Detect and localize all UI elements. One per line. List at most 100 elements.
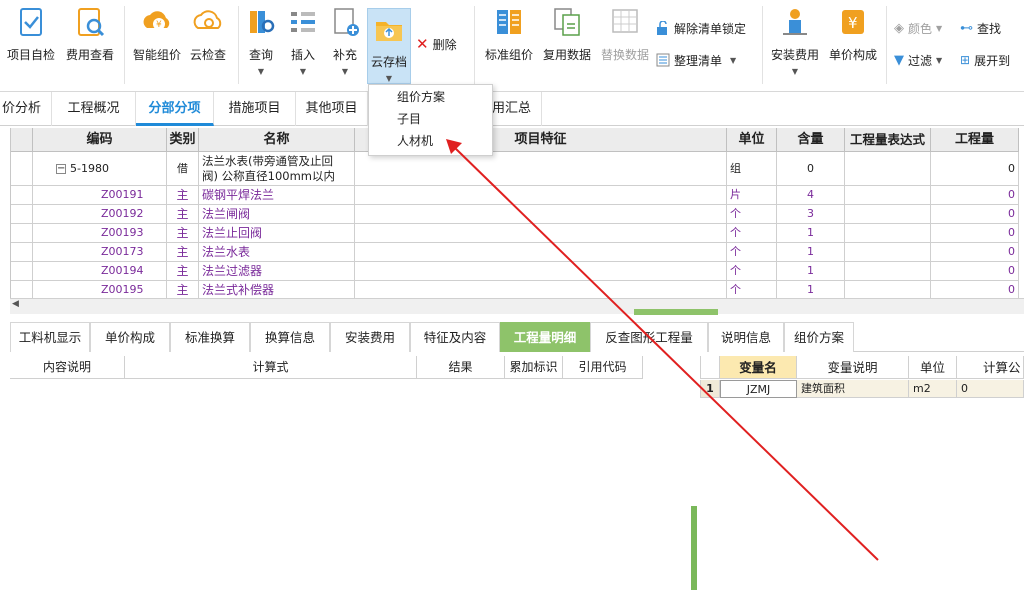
code-cell[interactable]: −5-1980 bbox=[33, 152, 167, 186]
tab-conversion-info[interactable]: 换算信息 bbox=[250, 322, 330, 352]
feature-cell[interactable] bbox=[355, 262, 727, 281]
menu-item-labor-material-machine[interactable]: 人材机 bbox=[397, 131, 433, 151]
content-cell[interactable]: 1 bbox=[777, 224, 845, 243]
detail-header-result: 结果 bbox=[417, 356, 505, 379]
code-cell[interactable]: Z00191 bbox=[33, 186, 167, 205]
code-cell[interactable]: Z00194 bbox=[33, 262, 167, 281]
qty-expr-cell[interactable] bbox=[845, 224, 931, 243]
find-button[interactable]: ⊷ 查找 bbox=[960, 18, 1001, 38]
menu-item-price-scheme[interactable]: 组价方案 bbox=[397, 87, 445, 107]
qty-cell[interactable]: 0 bbox=[931, 224, 1019, 243]
unit-price-comp-button[interactable]: ¥ 单价构成 bbox=[826, 6, 880, 86]
tab-measures[interactable]: 措施项目 bbox=[214, 92, 296, 126]
unit-cell[interactable]: 个 bbox=[727, 243, 777, 262]
smart-price-button[interactable]: ¥ 智能组价 bbox=[130, 6, 184, 86]
replace-data-button[interactable]: 替换数据 bbox=[598, 6, 652, 86]
supplement-button[interactable]: 补充 ▼ bbox=[328, 6, 362, 86]
splitter-handle[interactable] bbox=[634, 309, 718, 315]
code-cell[interactable]: Z00173 bbox=[33, 243, 167, 262]
var-name-cell[interactable]: JZMJ bbox=[720, 380, 797, 398]
tab-other-items[interactable]: 其他项目 bbox=[296, 92, 368, 126]
tab-unit-price[interactable]: 单价构成 bbox=[90, 322, 170, 352]
unit-cell[interactable]: 片 bbox=[727, 186, 777, 205]
name-cell[interactable]: 法兰闸阀 bbox=[199, 205, 355, 224]
content-cell[interactable]: 3 bbox=[777, 205, 845, 224]
var-unit-cell[interactable]: m2 bbox=[909, 380, 957, 398]
tab-install-fee[interactable]: 安装费用 bbox=[330, 322, 410, 352]
feature-cell[interactable] bbox=[355, 224, 727, 243]
content-cell[interactable]: 1 bbox=[777, 262, 845, 281]
scroll-left-icon[interactable]: ◀ bbox=[12, 299, 19, 309]
feature-cell[interactable] bbox=[355, 186, 727, 205]
filter-button[interactable]: ▼ 过滤 ▼ bbox=[894, 50, 942, 70]
tab-description[interactable]: 说明信息 bbox=[708, 322, 784, 352]
insert-button[interactable]: 插入 ▼ bbox=[286, 6, 320, 86]
tab-fee-summary[interactable]: 用汇总 bbox=[492, 92, 542, 126]
qty-cell[interactable]: 0 bbox=[931, 152, 1019, 186]
cloud-check-button[interactable]: 云检查 bbox=[186, 6, 230, 86]
install-fee-button[interactable]: 安装费用 ▼ bbox=[768, 6, 822, 86]
qty-expr-cell[interactable] bbox=[845, 205, 931, 224]
qty-cell[interactable]: 0 bbox=[931, 262, 1019, 281]
collapse-icon[interactable]: − bbox=[56, 164, 66, 174]
feature-cell[interactable] bbox=[355, 205, 727, 224]
reuse-data-button[interactable]: 复用数据 bbox=[540, 6, 594, 86]
name-cell[interactable]: 法兰止回阀 bbox=[199, 224, 355, 243]
unit-cell[interactable]: 个 bbox=[727, 224, 777, 243]
standard-price-button[interactable]: 标准组价 bbox=[482, 6, 536, 86]
organize-list-button[interactable]: 整理清单 ▼ bbox=[656, 50, 736, 70]
var-header-name: 变量名 bbox=[720, 356, 797, 379]
type-cell[interactable]: 主 bbox=[167, 262, 199, 281]
content-cell[interactable]: 0 bbox=[777, 152, 845, 186]
qty-expr-cell[interactable] bbox=[845, 262, 931, 281]
tab-features[interactable]: 特征及内容 bbox=[410, 322, 500, 352]
expand-to-button[interactable]: ⊞ 展开到 bbox=[960, 50, 1010, 70]
type-cell[interactable]: 借 bbox=[167, 152, 199, 186]
tab-qty-detail[interactable]: 工程量明细 bbox=[500, 322, 590, 352]
tab-cost-analysis[interactable]: 价分析 bbox=[0, 92, 52, 126]
name-cell[interactable]: 法兰水表(带旁通管及止回 阀) 公称直径100mm以内 bbox=[199, 152, 355, 186]
project-check-button[interactable]: 项目自检 bbox=[4, 6, 58, 86]
qty-cell[interactable]: 0 bbox=[931, 243, 1019, 262]
menu-item-subitem[interactable]: 子目 bbox=[397, 109, 421, 129]
name-cell[interactable]: 法兰水表 bbox=[199, 243, 355, 262]
var-formula-cell[interactable]: 0 bbox=[957, 380, 1024, 398]
type-cell[interactable]: 主 bbox=[167, 224, 199, 243]
name-cell[interactable]: 法兰过滤器 bbox=[199, 262, 355, 281]
var-desc-cell[interactable]: 建筑面积 bbox=[797, 380, 909, 398]
feature-cell[interactable] bbox=[355, 152, 727, 186]
type-cell[interactable]: 主 bbox=[167, 186, 199, 205]
type-cell[interactable]: 主 bbox=[167, 243, 199, 262]
qty-expr-cell[interactable] bbox=[845, 243, 931, 262]
code-cell[interactable]: Z00192 bbox=[33, 205, 167, 224]
content-cell[interactable]: 1 bbox=[777, 243, 845, 262]
unlock-list-button[interactable]: 解除清单锁定 bbox=[656, 18, 746, 38]
unit-cell[interactable]: 组 bbox=[727, 152, 777, 186]
qty-cell[interactable]: 0 bbox=[931, 205, 1019, 224]
unit-cell[interactable]: 个 bbox=[727, 205, 777, 224]
code-cell[interactable]: Z00193 bbox=[33, 224, 167, 243]
tab-reverse-graphic-qty[interactable]: 反查图形工程量 bbox=[590, 322, 708, 352]
tab-label: 工程量明细 bbox=[513, 330, 577, 345]
feature-cell[interactable] bbox=[355, 243, 727, 262]
color-button[interactable]: ◈ 颜色 ▼ bbox=[894, 18, 942, 38]
content-cell[interactable]: 4 bbox=[777, 186, 845, 205]
tab-price-scheme[interactable]: 组价方案 bbox=[784, 322, 854, 352]
qty-cell[interactable]: 0 bbox=[931, 186, 1019, 205]
name-cell[interactable]: 碳钢平焊法兰 bbox=[199, 186, 355, 205]
tab-project-overview[interactable]: 工程概况 bbox=[52, 92, 136, 126]
tab-material-display[interactable]: 工料机显示 bbox=[10, 322, 90, 352]
horizontal-scrollbar[interactable]: ◀ bbox=[10, 298, 1024, 315]
fee-view-button[interactable]: 费用查看 bbox=[63, 6, 117, 86]
type-cell[interactable]: 主 bbox=[167, 205, 199, 224]
tab-divisional-items[interactable]: 分部分项 bbox=[136, 92, 214, 126]
vertical-splitter[interactable] bbox=[691, 506, 697, 590]
unit-price-comp-label: 单价构成 bbox=[828, 48, 877, 62]
cloud-archive-button[interactable]: 云存档 ▼ bbox=[367, 8, 411, 84]
qty-expr-cell[interactable] bbox=[845, 186, 931, 205]
tab-standard-conversion[interactable]: 标准换算 bbox=[170, 322, 250, 352]
delete-button[interactable]: ✕ 删除 bbox=[416, 34, 457, 54]
qty-expr-cell[interactable] bbox=[845, 152, 931, 186]
unit-cell[interactable]: 个 bbox=[727, 262, 777, 281]
query-button[interactable]: 查询 ▼ bbox=[244, 6, 278, 86]
